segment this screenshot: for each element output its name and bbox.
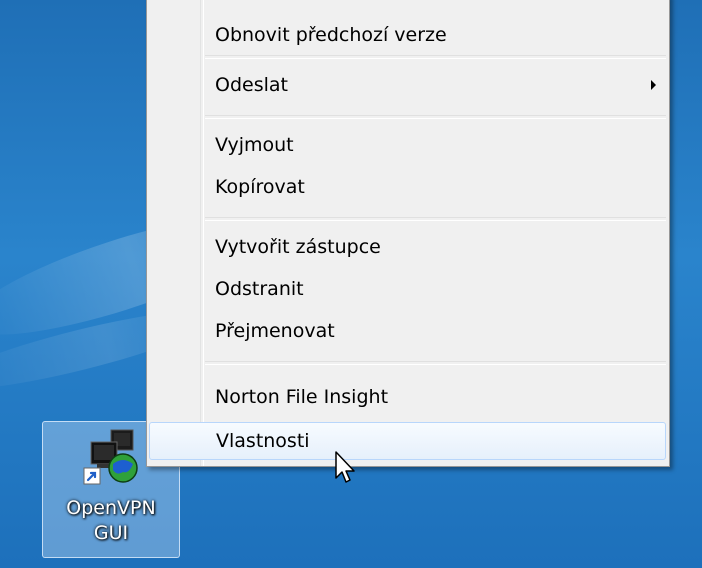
- submenu-arrow-icon: [651, 80, 656, 90]
- menu-item-cut[interactable]: Vyjmout: [149, 128, 666, 162]
- menu-item-norton-file-insight[interactable]: Norton File Insight: [149, 380, 666, 414]
- menu-item-properties[interactable]: Vlastnosti: [149, 422, 666, 460]
- menu-separator: [205, 115, 666, 119]
- context-menu: Obnovit předchozí verze Odeslat Vyjmout …: [146, 0, 670, 467]
- menu-item-restore-previous-versions[interactable]: Obnovit předchozí verze: [149, 18, 666, 52]
- menu-item-delete[interactable]: Odstranit: [149, 272, 666, 306]
- desktop-icon-label-line1: OpenVPN: [66, 497, 156, 519]
- menu-item-label: Odeslat: [215, 74, 288, 96]
- menu-item-label: Obnovit předchozí verze: [215, 24, 447, 46]
- menu-item-create-shortcut[interactable]: Vytvořit zástupce: [149, 230, 666, 264]
- desktop-icon-label: OpenVPN GUI: [43, 496, 179, 546]
- menu-item-label: Odstranit: [215, 278, 304, 300]
- menu-item-copy[interactable]: Kopírovat: [149, 170, 666, 204]
- menu-separator: [205, 217, 666, 221]
- menu-item-rename[interactable]: Přejmenovat: [149, 314, 666, 348]
- menu-separator: [205, 55, 666, 59]
- menu-separator: [205, 361, 666, 365]
- arrow-cursor-icon: [335, 451, 355, 483]
- openvpn-gui-shortcut-icon: [83, 429, 138, 485]
- desktop-icon-label-line2: GUI: [93, 522, 129, 544]
- menu-item-label: Vytvořit zástupce: [215, 236, 381, 258]
- menu-item-label: Vyjmout: [215, 134, 294, 156]
- menu-item-label: Přejmenovat: [215, 320, 335, 342]
- menu-item-label: Kopírovat: [215, 176, 305, 198]
- menu-item-label: Norton File Insight: [215, 386, 389, 408]
- menu-item-label: Vlastnosti: [216, 430, 310, 452]
- menu-item-send-to[interactable]: Odeslat: [149, 68, 666, 102]
